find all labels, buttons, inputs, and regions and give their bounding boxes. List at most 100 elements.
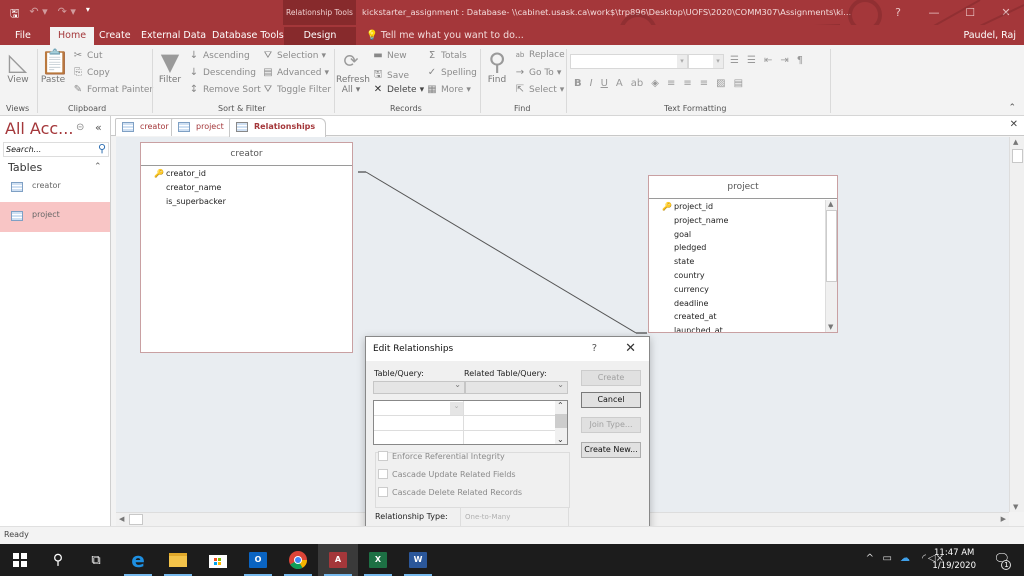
font-name-combo[interactable]: ▾ <box>570 54 688 69</box>
scroll-down-icon[interactable]: ▼ <box>828 323 833 331</box>
scroll-up-icon[interactable]: ▲ <box>1013 138 1018 146</box>
dialog-help-button[interactable]: ? <box>592 337 597 361</box>
undo-icon[interactable]: ↶ ▾ <box>29 5 47 24</box>
create-button[interactable]: Create <box>581 370 641 386</box>
nav-pane-title[interactable]: All Acc... <box>5 119 73 138</box>
close-button[interactable]: ✕ <box>988 0 1024 25</box>
search-button[interactable]: ⚲ <box>38 544 78 576</box>
close-document-icon[interactable]: ✕ <box>1010 119 1018 130</box>
totals-button[interactable]: Σ Totals <box>426 50 467 61</box>
table-query-select[interactable]: ⌄ <box>373 380 465 394</box>
field-is-superbacker[interactable]: is_superbacker <box>141 195 352 209</box>
delete-button[interactable]: ✕ Delete ▾ <box>372 84 424 95</box>
align-right-icon[interactable]: ≡ <box>700 78 708 89</box>
user-name[interactable]: Paudel, Raj <box>963 27 1016 45</box>
field-goal[interactable]: goal <box>649 228 837 242</box>
tab-database-tools[interactable]: Database Tools <box>204 27 292 45</box>
table-title[interactable]: project <box>649 176 837 199</box>
start-button[interactable] <box>0 544 40 576</box>
field-list-scrollbar[interactable]: ▲ ▼ <box>825 200 837 332</box>
view-button[interactable]: ◺ View <box>6 49 30 85</box>
doc-tab-relationships[interactable]: Relationships <box>229 118 327 137</box>
scroll-down-icon[interactable]: ▼ <box>1013 503 1018 511</box>
increase-indent-icon[interactable]: ⇥ <box>780 55 788 66</box>
field-project-name[interactable]: project_name <box>649 214 837 228</box>
taskbar-outlook[interactable]: O <box>238 544 278 576</box>
scroll-thumb[interactable] <box>555 414 567 428</box>
taskbar-excel[interactable]: X <box>358 544 398 576</box>
action-center-button[interactable]: 🗨 1 <box>993 552 1012 570</box>
taskbar-store[interactable] <box>198 544 238 576</box>
taskbar-access[interactable]: A <box>318 544 358 576</box>
field-creator-name[interactable]: creator_name <box>141 181 352 195</box>
field-created-at[interactable]: created_at <box>649 310 837 324</box>
underline-button[interactable]: U <box>601 78 608 89</box>
refresh-all-button[interactable]: ⟳ Refresh All ▾ <box>336 49 370 95</box>
scroll-thumb[interactable] <box>826 210 837 282</box>
alternate-row-color-icon[interactable]: ▤ <box>734 78 743 89</box>
select-button[interactable]: ⇱ Select ▾ <box>514 84 565 95</box>
field-project-id[interactable]: 🔑 project_id <box>649 200 837 214</box>
table-window-creator[interactable]: creator 🔑 creator_id creator_name is_superb… <box>140 142 353 353</box>
table-title[interactable]: creator <box>141 143 352 166</box>
search-icon[interactable]: ⚲ <box>98 142 106 155</box>
paste-button[interactable]: 📋 Paste <box>40 49 70 85</box>
italic-button[interactable]: I <box>590 78 593 89</box>
field-pledged[interactable]: pledged <box>649 241 837 255</box>
field-currency[interactable]: currency <box>649 283 837 297</box>
format-painter-button[interactable]: ✎ Format Painter <box>72 84 153 95</box>
bullets-icon[interactable]: ☰ <box>730 55 739 66</box>
task-view-button[interactable]: ⧉ <box>76 544 116 576</box>
ascending-button[interactable]: ↓ Ascending <box>188 50 250 61</box>
nav-item-project[interactable]: project <box>0 202 110 232</box>
redo-icon[interactable]: ↷ ▾ <box>58 5 76 24</box>
taskbar-edge[interactable]: e <box>118 544 158 576</box>
enforce-referential-integrity-checkbox[interactable]: Enforce Referential Integrity <box>378 451 505 461</box>
scroll-thumb[interactable] <box>129 514 143 525</box>
wifi-icon[interactable]: ◜ <box>922 553 926 564</box>
related-table-query-select[interactable]: ⌄ <box>465 380 568 394</box>
chevron-down-icon[interactable]: ⌄ <box>450 402 463 415</box>
clock[interactable]: 11:47 AM 1/19/2020 <box>932 547 976 573</box>
scroll-right-icon[interactable]: ▶ <box>1001 515 1006 523</box>
field-state[interactable]: state <box>649 255 837 269</box>
save-icon[interactable]: 🖫 <box>10 5 19 24</box>
more-button[interactable]: ▦ More ▾ <box>426 84 471 95</box>
dialog-title[interactable]: Edit Relationships <box>366 337 649 361</box>
save-record-button[interactable]: 🖫 Save <box>372 67 409 84</box>
scroll-left-icon[interactable]: ◀ <box>119 515 124 523</box>
tab-create[interactable]: Create <box>91 27 139 45</box>
customize-qat-icon[interactable]: ▾ <box>86 5 90 24</box>
gridlines-icon[interactable]: ▨ <box>716 78 725 89</box>
table-window-project[interactable]: project 🔑 project_id project_name goal pledg… <box>648 175 838 333</box>
cascade-update-checkbox[interactable]: Cascade Update Related Fields <box>378 469 516 479</box>
tab-external-data[interactable]: External Data <box>133 27 214 45</box>
help-button[interactable]: ? <box>880 0 916 25</box>
tell-me-search[interactable]: 💡 Tell me what you want to do... <box>366 27 524 45</box>
replace-button[interactable]: ab Replace <box>514 50 565 60</box>
dialog-close-button[interactable]: ✕ <box>625 337 636 361</box>
taskbar-chrome[interactable] <box>278 544 318 576</box>
tab-design[interactable]: Design <box>284 27 356 45</box>
scroll-up-icon[interactable]: ▲ <box>828 200 833 208</box>
collapse-ribbon-icon[interactable]: ⌃ <box>1008 103 1016 113</box>
tab-file[interactable]: File <box>7 27 39 45</box>
numbering-icon[interactable]: ☰ <box>747 55 756 66</box>
doc-tab-project[interactable]: project <box>171 118 235 136</box>
cascade-delete-checkbox[interactable]: Cascade Delete Related Records <box>378 487 522 497</box>
go-to-button[interactable]: → Go To ▾ <box>514 67 562 78</box>
paragraph-direction-icon[interactable]: ¶ <box>797 55 803 66</box>
taskbar-file-explorer[interactable] <box>158 544 198 576</box>
decrease-indent-icon[interactable]: ⇤ <box>764 55 772 66</box>
filter-button[interactable]: ▼ Filter <box>158 49 182 85</box>
grid-scrollbar[interactable]: ⌃ ⌄ <box>555 401 567 444</box>
field-deadline[interactable]: deadline <box>649 297 837 311</box>
create-new-button[interactable]: Create New... <box>581 442 641 458</box>
doc-tab-creator[interactable]: creator <box>115 118 180 136</box>
bold-button[interactable]: B <box>574 78 582 89</box>
collapse-nav-icon[interactable]: « <box>95 121 102 134</box>
field-country[interactable]: country <box>649 269 837 283</box>
minimize-button[interactable]: — <box>916 0 952 25</box>
taskbar-word[interactable]: W <box>398 544 438 576</box>
advanced-button[interactable]: ▤ Advanced ▾ <box>262 67 329 78</box>
